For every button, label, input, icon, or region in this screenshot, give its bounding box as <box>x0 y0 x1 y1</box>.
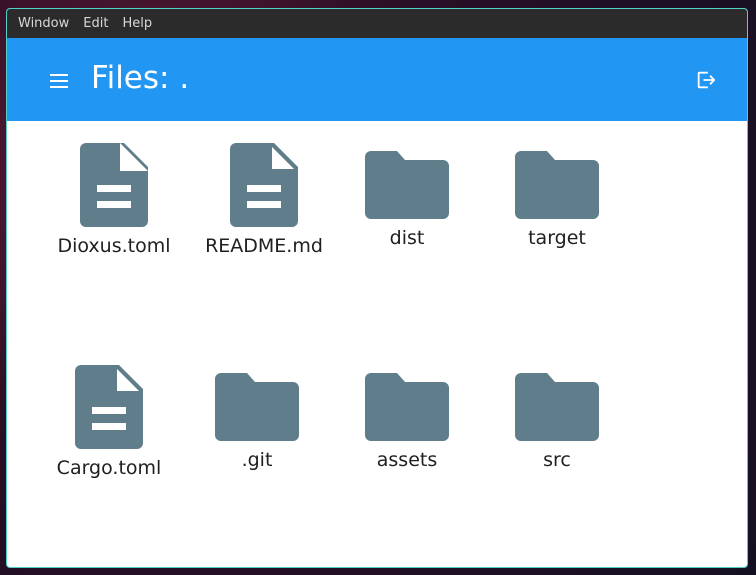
app-header: Files: . <box>7 38 747 121</box>
folder-icon <box>365 151 449 219</box>
folder-name: assets <box>376 449 438 471</box>
app-window: Window Edit Help Files: . Dioxus.toml RE… <box>6 8 748 568</box>
folder-name: .git <box>241 449 273 471</box>
file-icon <box>230 143 298 227</box>
file-icon <box>80 143 148 227</box>
folder-item[interactable]: .git <box>182 373 332 471</box>
page-title: Files: . <box>91 60 190 96</box>
folder-item[interactable]: src <box>482 373 632 471</box>
folder-name: target <box>528 227 586 249</box>
logout-icon[interactable] <box>695 69 717 91</box>
folder-name: dist <box>389 227 425 249</box>
menu-window[interactable]: Window <box>11 16 76 31</box>
folder-icon <box>365 373 449 441</box>
file-item[interactable]: Cargo.toml <box>34 365 184 479</box>
folder-icon <box>515 373 599 441</box>
file-name: Dioxus.toml <box>57 235 171 257</box>
file-grid: Dioxus.toml README.md dist target Cargo.… <box>7 121 747 567</box>
menu-edit[interactable]: Edit <box>76 16 115 31</box>
folder-icon <box>515 151 599 219</box>
folder-icon <box>215 373 299 441</box>
file-icon <box>75 365 143 449</box>
file-item[interactable]: README.md <box>189 143 339 257</box>
folder-item[interactable]: assets <box>332 373 482 471</box>
file-name: Cargo.toml <box>56 457 162 479</box>
file-item[interactable]: Dioxus.toml <box>39 143 189 257</box>
folder-name: src <box>543 449 571 471</box>
file-name: README.md <box>205 235 323 257</box>
hamburger-icon[interactable] <box>50 74 68 88</box>
menu-help[interactable]: Help <box>115 16 159 31</box>
folder-item[interactable]: dist <box>332 151 482 249</box>
folder-item[interactable]: target <box>482 151 632 249</box>
menu-bar: Window Edit Help <box>7 9 747 38</box>
